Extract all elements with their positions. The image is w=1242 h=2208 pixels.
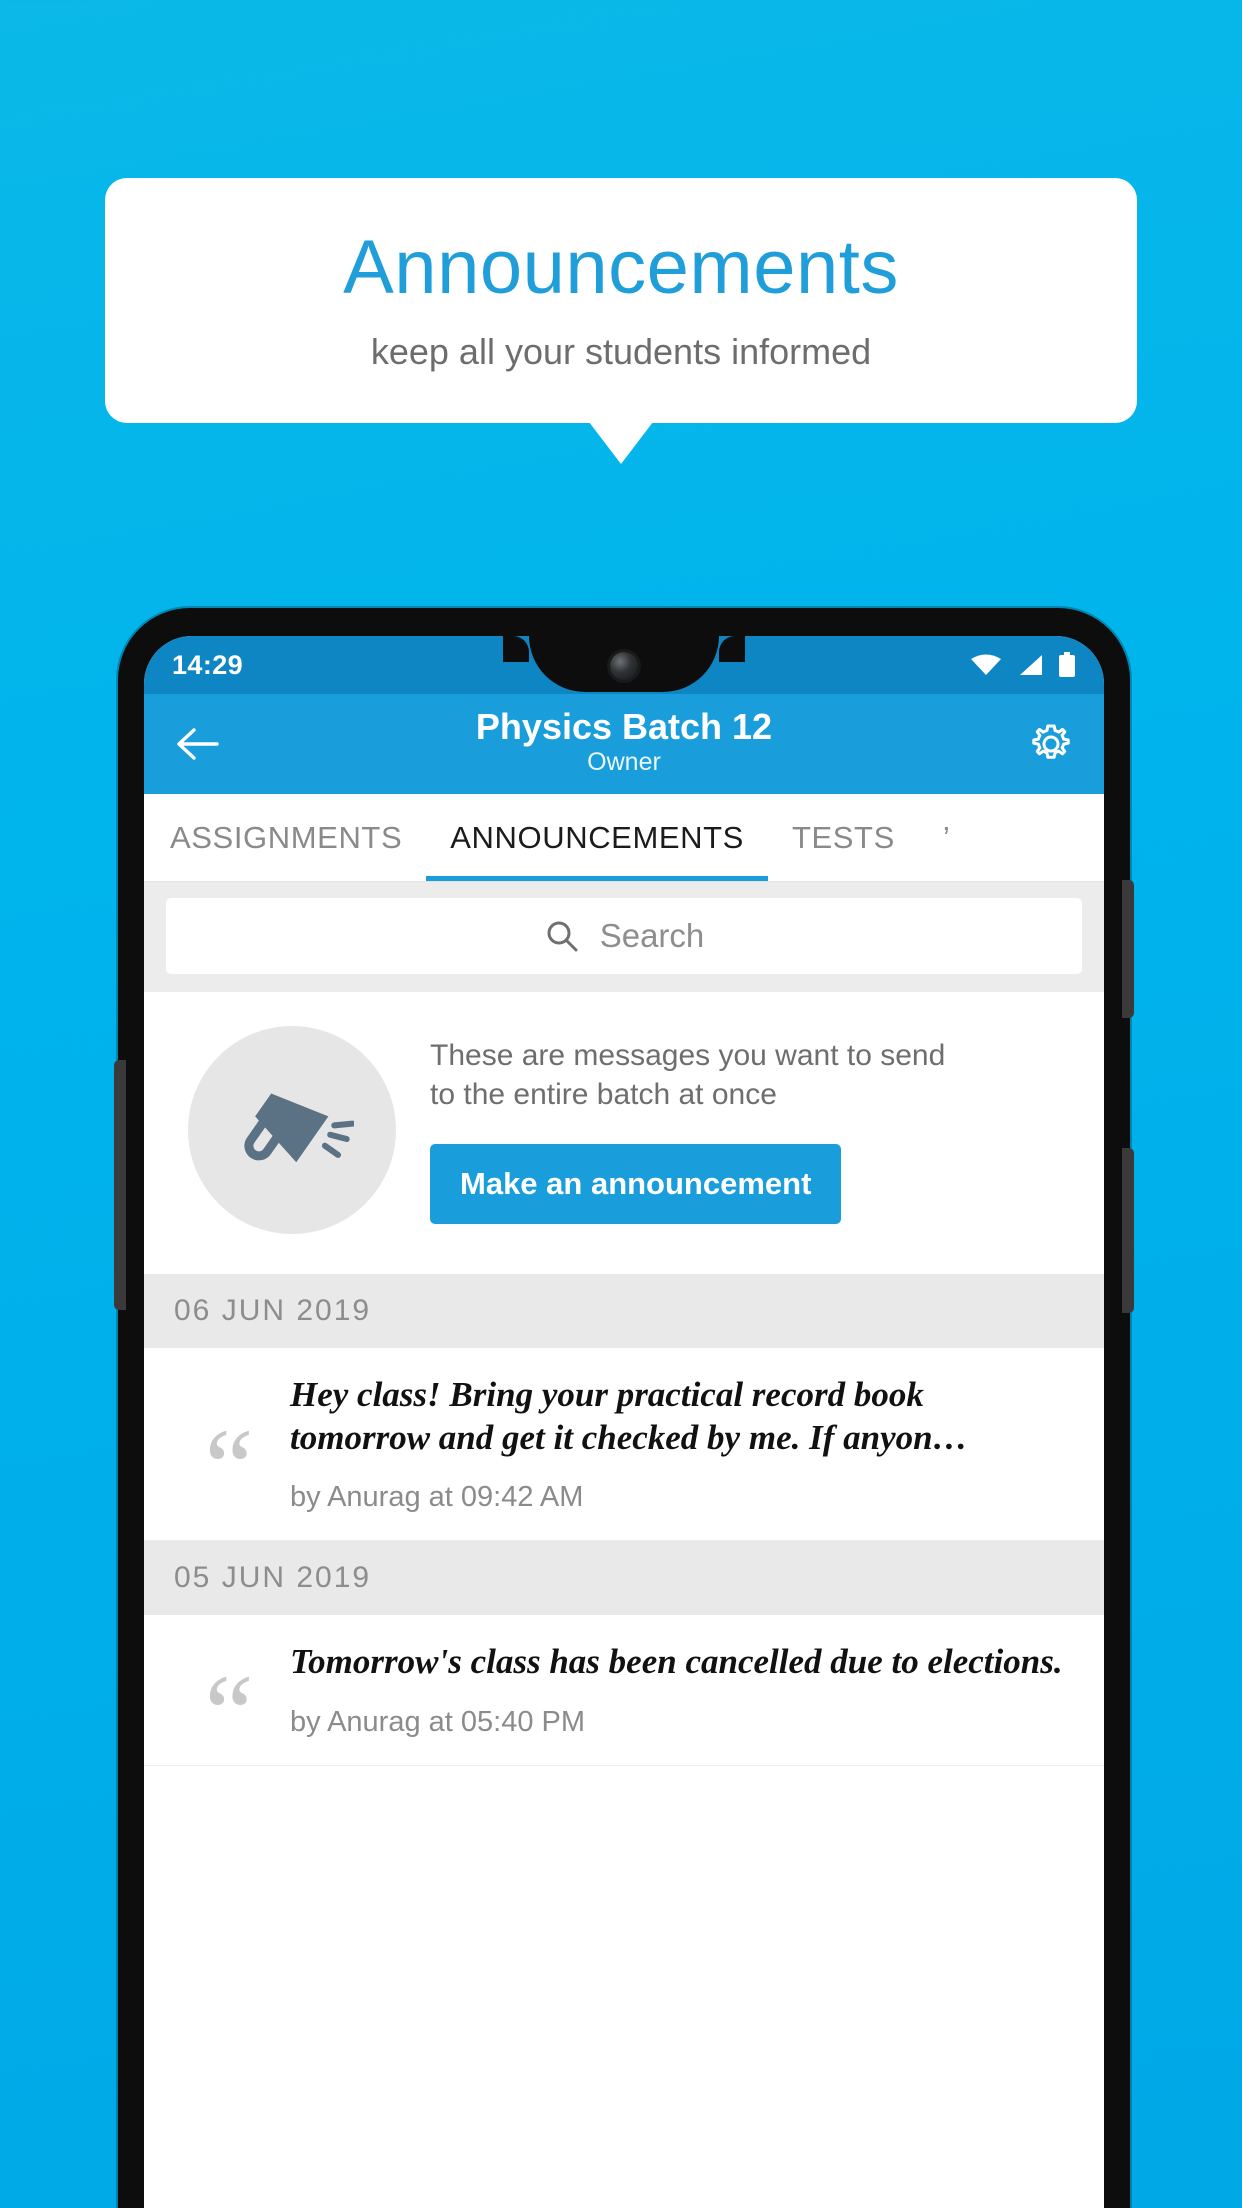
tab-tests[interactable]: TESTS (768, 794, 919, 881)
tab-assignments[interactable]: ASSIGNMENTS (144, 794, 426, 881)
announcement-meta: by Anurag at 09:42 AM (290, 1481, 584, 1514)
tab-overflow-partial[interactable]: ’ (919, 794, 975, 881)
status-bar-clock: 14:29 (172, 649, 244, 680)
tab-announcements[interactable]: ANNOUNCEMENTS (426, 794, 768, 881)
feature-subtitle: keep all your students informed (370, 331, 872, 373)
phone-mockup: 14:29 Physics Batch 12 Owner ASSIGNMENTS… (114, 608, 1134, 2208)
quote-mark-icon: “ (204, 1406, 254, 1529)
date-header: 05 JUN 2019 (144, 1541, 1104, 1616)
callout-tail-triangle (589, 422, 653, 464)
settings-button[interactable] (1024, 717, 1078, 771)
front-camera-icon (610, 652, 638, 680)
wifi-icon (971, 654, 1001, 675)
tab-bar: ASSIGNMENTS ANNOUNCEMENTS TESTS ’ (144, 794, 1104, 882)
status-bar: 14:29 (144, 636, 1104, 694)
feature-callout-card: Announcements keep all your students inf… (105, 178, 1137, 423)
megaphone-icon (244, 1093, 354, 1163)
announcement-text: Tomorrow's class has been cancelled due … (290, 1642, 1063, 1682)
promo-content: These are messages you want to send to t… (430, 1036, 1074, 1224)
feature-title: Announcements (343, 224, 899, 310)
make-announcement-button[interactable]: Make an announcement (430, 1144, 842, 1224)
phone-side-button-left[interactable] (114, 1060, 126, 1310)
announcement-row[interactable]: “ Hey class! Bring your practical record… (144, 1348, 1104, 1542)
promo-description: These are messages you want to send to t… (430, 1039, 946, 1111)
batch-role: Owner (587, 748, 661, 777)
app-bar: Physics Batch 12 Owner (144, 694, 1104, 794)
back-arrow-icon (177, 728, 219, 760)
phone-screen: 14:29 Physics Batch 12 Owner ASSIGNMENTS… (144, 636, 1104, 2208)
cell-signal-icon (1020, 655, 1042, 675)
date-header: 06 JUN 2019 (144, 1274, 1104, 1348)
quote-mark-icon: “ (204, 1652, 254, 1775)
search-placeholder: Search (599, 917, 705, 954)
search-area: Search (144, 882, 1104, 992)
announcement-body: Tomorrow's class has been cancelled due … (290, 1641, 1080, 1739)
status-bar-icons (970, 652, 1076, 678)
search-input[interactable]: Search (166, 898, 1082, 974)
phone-side-button-right-lower[interactable] (1122, 1148, 1134, 1313)
gear-icon (1032, 724, 1070, 759)
megaphone-icon-circle (188, 1026, 396, 1234)
search-icon (547, 921, 578, 952)
camera-notch (503, 636, 745, 692)
batch-title: Physics Batch 12 (475, 705, 773, 747)
phone-side-button-right-upper[interactable] (1122, 880, 1134, 1018)
announcement-promo-card: These are messages you want to send to t… (144, 992, 1104, 1274)
battery-icon (1059, 652, 1075, 677)
announcement-meta: by Anurag at 05:40 PM (290, 1706, 586, 1739)
announcement-body: Hey class! Bring your practical record b… (290, 1374, 1080, 1514)
announcement-text: Hey class! Bring your practical record b… (290, 1375, 968, 1457)
announcement-row[interactable]: “ Tomorrow's class has been cancelled du… (144, 1615, 1104, 1775)
back-button[interactable] (170, 717, 224, 771)
app-bar-title-block: Physics Batch 12 Owner (224, 705, 1024, 777)
